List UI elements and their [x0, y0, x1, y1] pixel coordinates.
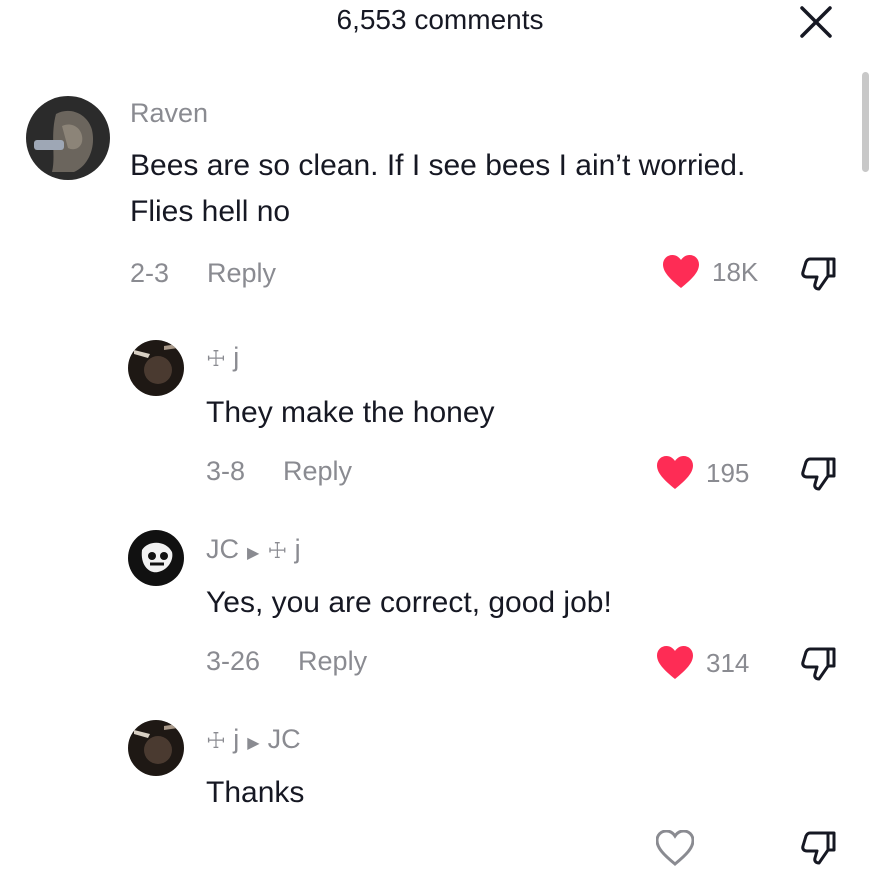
- comment-username[interactable]: ☩ j: [206, 342, 239, 373]
- dislike-icon: [801, 457, 836, 491]
- dislike-button[interactable]: [798, 456, 838, 497]
- cross-icon: ☩: [206, 346, 226, 371]
- comment-username[interactable]: Raven: [130, 98, 208, 129]
- comment-username[interactable]: JC ▶ ☩ j: [206, 534, 301, 565]
- scrollbar[interactable]: [862, 72, 869, 172]
- comment-text: Thanks: [206, 776, 305, 809]
- like-count: 18K: [712, 256, 759, 287]
- reply-button[interactable]: Reply: [298, 646, 367, 676]
- heart-icon: [657, 456, 693, 489]
- avatar[interactable]: [128, 340, 184, 396]
- like-count: 195: [706, 457, 750, 488]
- avatar[interactable]: [26, 96, 110, 180]
- reply-button[interactable]: Reply: [283, 456, 352, 486]
- like-button[interactable]: [656, 830, 694, 866]
- comment-meta: 3-8 Reply: [206, 456, 352, 487]
- like-button[interactable]: 18K: [662, 254, 758, 290]
- like-count: 314: [706, 647, 750, 678]
- heart-icon: [656, 830, 694, 866]
- dislike-icon: [801, 831, 836, 865]
- comments-header: 6,553 comments: [0, 0, 880, 44]
- comment-meta: 2-3 Reply: [130, 258, 276, 289]
- heart-icon: [663, 255, 699, 288]
- comment-text: Bees are so clean. If I see bees I ain’t…: [130, 149, 746, 228]
- comment-text: Yes, you are correct, good job!: [206, 586, 612, 619]
- comment-meta: 3-26 Reply: [206, 646, 367, 677]
- comment-date: 3-8: [206, 456, 246, 486]
- cross-icon: ☩: [206, 728, 226, 753]
- comment-text: They make the honey: [206, 396, 495, 429]
- cross-icon: ☩: [267, 538, 288, 563]
- comment-date: 2-3: [130, 258, 170, 288]
- dislike-button[interactable]: [798, 256, 838, 297]
- reply-arrow-icon: ▶: [247, 545, 260, 562]
- dislike-icon: [801, 257, 836, 291]
- reply-button[interactable]: Reply: [207, 258, 276, 288]
- heart-icon: [657, 646, 693, 679]
- dislike-button[interactable]: [798, 830, 838, 871]
- dislike-button[interactable]: [798, 646, 838, 687]
- reply-arrow-icon: ▶: [247, 735, 260, 752]
- close-button[interactable]: [796, 2, 836, 42]
- dislike-icon: [801, 647, 836, 681]
- comment-username[interactable]: ☩ j ▶ JC: [206, 724, 301, 755]
- close-icon: [800, 6, 832, 38]
- like-button[interactable]: 314: [656, 645, 749, 681]
- comment-count-title: 6,553 comments: [336, 4, 544, 35]
- avatar[interactable]: [128, 720, 184, 776]
- like-button[interactable]: 195: [656, 455, 749, 491]
- avatar[interactable]: [128, 530, 184, 586]
- comment-date: 3-26: [206, 646, 261, 676]
